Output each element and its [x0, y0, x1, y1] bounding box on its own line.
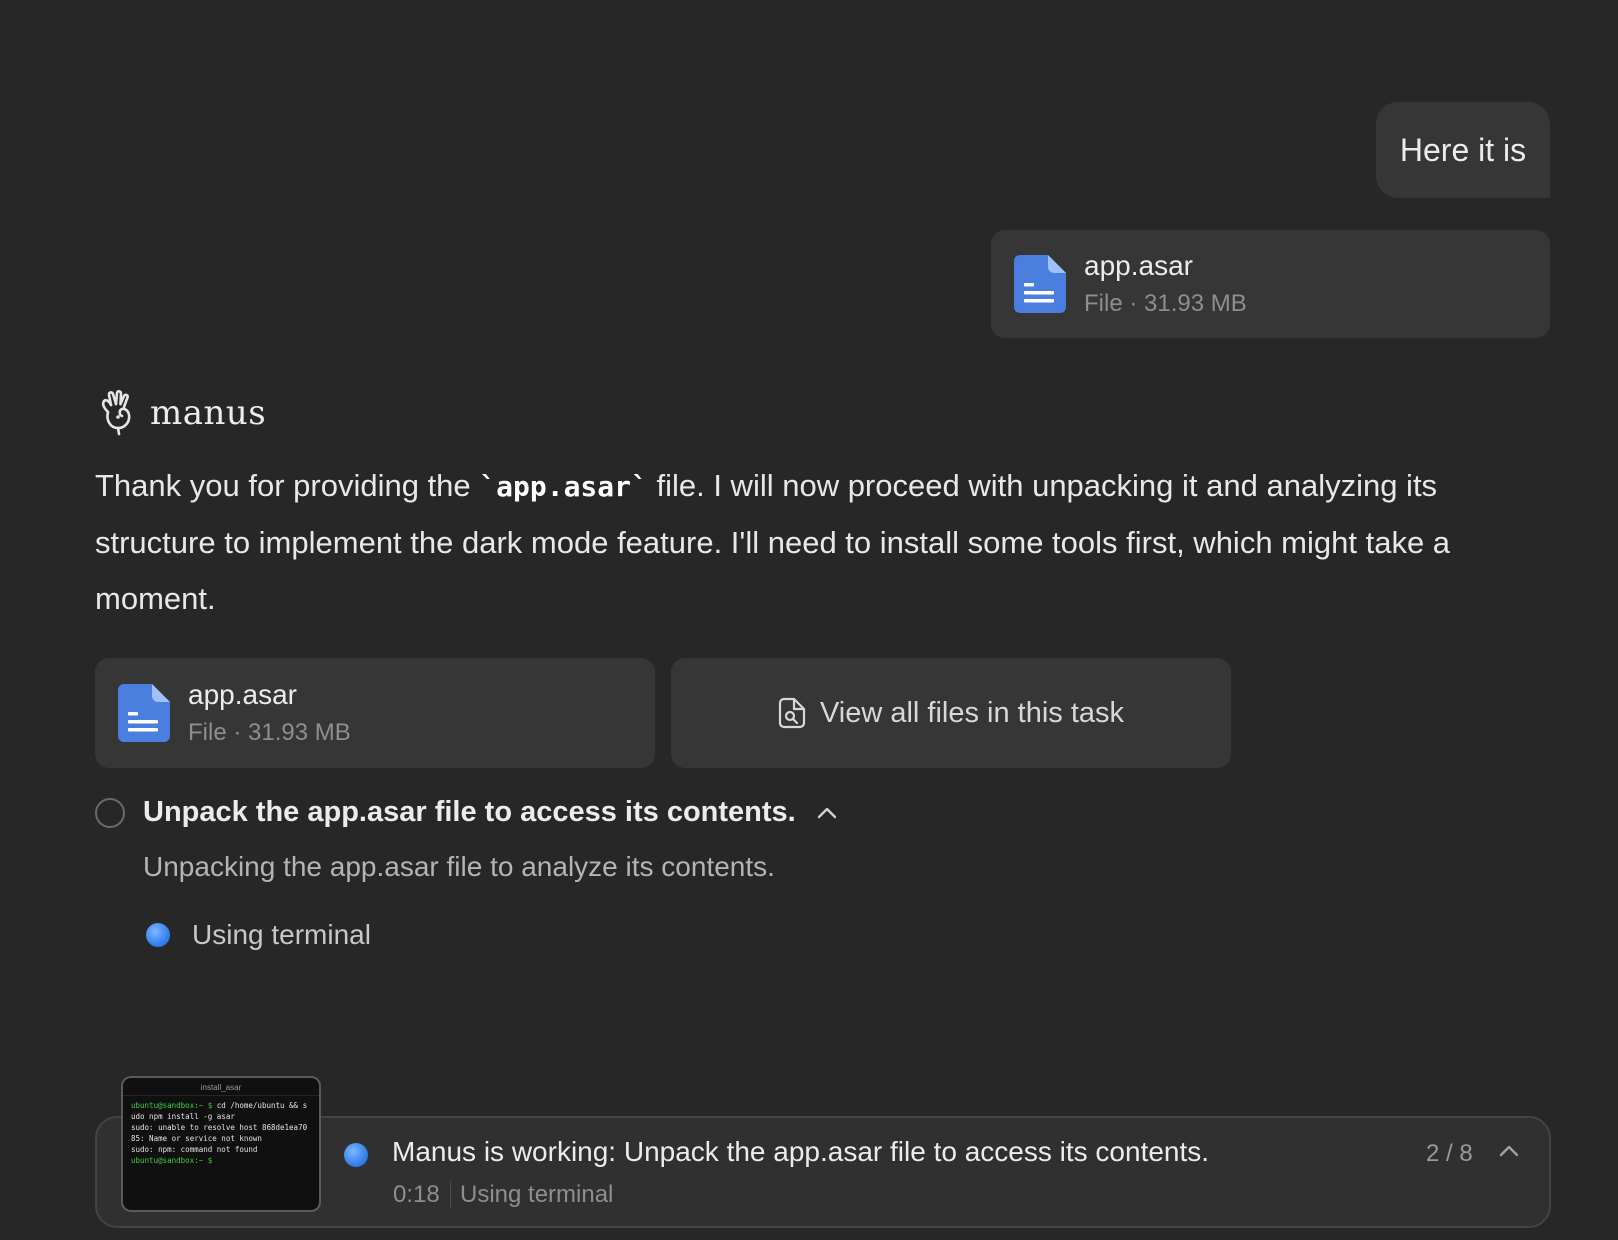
active-dot-icon: [344, 1143, 368, 1167]
user-message-text: Here it is: [1399, 131, 1527, 168]
message-code: `app.asar`: [479, 470, 648, 503]
terminal-output: ubuntu@sandbox:~ $ cd /home/ubuntu && s …: [131, 1101, 308, 1165]
attachment-name: app.asar: [188, 679, 297, 710]
user-message-bubble: Here it is: [1376, 102, 1550, 198]
elapsed-time: 0:18: [393, 1181, 451, 1209]
assistant-message: Thank you for providing the `app.asar` f…: [95, 458, 1555, 627]
view-all-files-label: View all files in this task: [819, 696, 1125, 729]
view-all-files-button[interactable]: View all files in this task: [671, 658, 1231, 768]
attachment-meta: File · 31.93 MB: [1084, 290, 1247, 317]
chevron-up-icon[interactable]: [1498, 1144, 1520, 1158]
tool-label: Using terminal: [192, 919, 371, 950]
step-progress: 2 / 8: [1426, 1140, 1473, 1167]
step-title: Unpack the app.asar file to access its c…: [143, 796, 796, 828]
thumbnail-title: install_asar: [123, 1078, 319, 1096]
status-title: Manus is working: Unpack the app.asar fi…: [392, 1136, 1210, 1167]
file-search-icon: [778, 697, 806, 729]
active-dot-icon: [146, 923, 170, 947]
document-icon: [118, 684, 170, 742]
assistant-brand: manus: [98, 390, 266, 436]
terminal-thumbnail[interactable]: install_asar ubuntu@sandbox:~ $ cd /home…: [121, 1076, 321, 1212]
step-status-circle: [95, 797, 125, 828]
manus-hand-icon: [101, 390, 131, 436]
document-icon: [1014, 255, 1066, 313]
user-attachment-card[interactable]: app.asar File · 31.93 MB: [991, 230, 1550, 338]
message-text-before: Thank you for providing the: [95, 468, 480, 503]
attachment-meta: File · 31.93 MB: [188, 719, 351, 746]
brand-name: manus: [150, 393, 267, 433]
assistant-attachment-card[interactable]: app.asar File · 31.93 MB: [95, 658, 655, 768]
working-indicator: [344, 1143, 368, 1167]
tool-activity: Using terminal: [146, 919, 371, 951]
step-description: Unpacking the app.asar file to analyze i…: [143, 851, 775, 882]
attachment-name: app.asar: [1084, 250, 1193, 281]
task-step[interactable]: Unpack the app.asar file to access its c…: [95, 796, 838, 829]
status-tool-label: Using terminal: [460, 1181, 614, 1208]
chevron-up-icon[interactable]: [816, 806, 838, 820]
